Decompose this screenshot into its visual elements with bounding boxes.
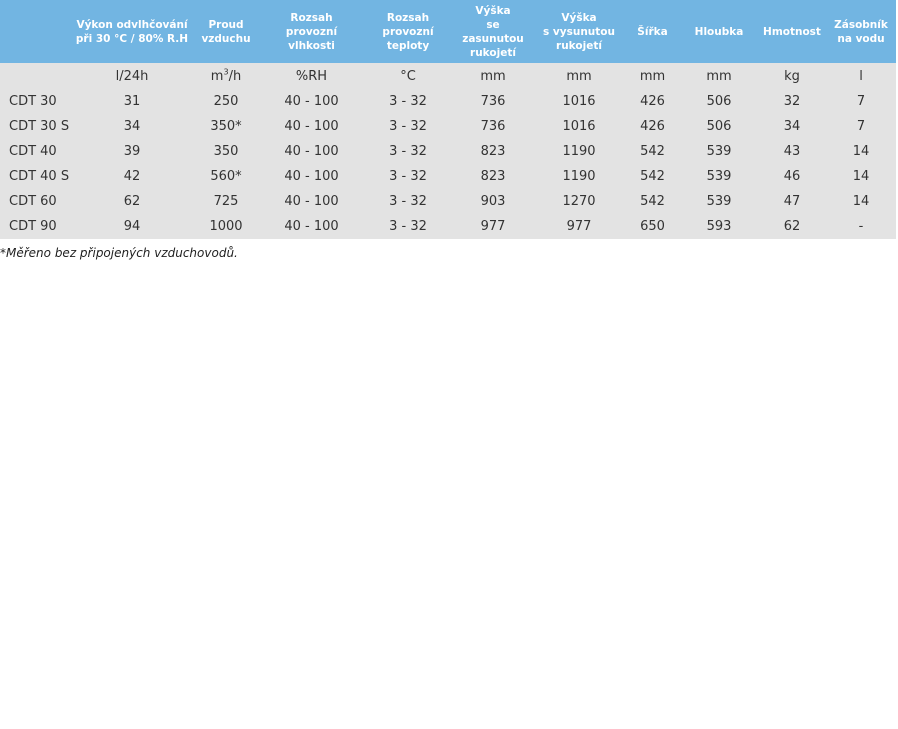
cell-airflow: 725 — [213, 194, 239, 209]
unit-airflow: m3/h — [210, 67, 242, 84]
unit-capacity: l/24h — [115, 68, 149, 84]
cell-model: CDT 30 — [9, 94, 57, 109]
cell-capacity: 39 — [123, 144, 141, 159]
cell-temperature: 3 - 32 — [389, 144, 427, 159]
cell-capacity: 42 — [123, 169, 141, 184]
cell-weight: 43 — [783, 144, 801, 159]
header-row: Výkon odvlhčování při 30 °C / 80% R.H Pr… — [0, 0, 896, 63]
cell-height-extended: 1190 — [562, 144, 596, 159]
unit-depth: mm — [706, 68, 732, 84]
cell-depth: 539 — [706, 144, 732, 159]
unit-model — [0, 63, 72, 89]
cell-humidity: 40 - 100 — [284, 119, 339, 134]
cell-humidity: 40 - 100 — [284, 194, 339, 209]
cell-width: 542 — [640, 144, 665, 159]
cell-height-extended: 1016 — [562, 119, 596, 134]
cell-model: CDT 60 — [9, 194, 57, 209]
cell-tank: 7 — [856, 94, 866, 109]
cell-airflow: 1000 — [209, 219, 243, 234]
cell-height-retracted: 736 — [480, 119, 506, 134]
cell-depth: 539 — [706, 194, 732, 209]
cell-height-extended: 1270 — [562, 194, 596, 209]
cell-weight: 32 — [783, 94, 801, 109]
cell-depth: 506 — [706, 94, 732, 109]
cell-tank: 14 — [852, 144, 870, 159]
footnote: *Měřeno bez připojených vzduchovodů. — [0, 246, 238, 260]
cell-height-extended: 1016 — [562, 94, 596, 109]
col-header-humidity: Rozsah provozní vlhkosti — [285, 11, 338, 52]
unit-weight: kg — [784, 68, 800, 84]
cell-height-retracted: 903 — [480, 194, 506, 209]
col-header-weight: Hmotnost — [763, 25, 821, 38]
cell-width: 542 — [640, 194, 665, 209]
cell-height-retracted: 823 — [480, 169, 506, 184]
cell-capacity: 34 — [123, 119, 141, 134]
cell-weight: 62 — [783, 219, 801, 234]
col-header-temperature: Rozsah provozní teploty — [382, 11, 434, 52]
cell-airflow: 250 — [213, 94, 239, 109]
cell-model: CDT 40 S — [9, 169, 70, 184]
cell-height-extended: 1190 — [562, 169, 596, 184]
cell-height-retracted: 823 — [480, 144, 506, 159]
cell-tank: 14 — [852, 169, 870, 184]
table-row: CDT 30 S 34 350* 40 - 100 3 - 32 736 101… — [0, 114, 896, 139]
cell-depth: 506 — [706, 119, 732, 134]
cell-capacity: 62 — [123, 194, 141, 209]
col-header-depth: Hloubka — [694, 25, 744, 38]
cell-model: CDT 30 S — [9, 119, 70, 134]
col-header-airflow: Proud vzduchu — [201, 18, 251, 45]
col-header-height-extended: Výška s vysunutou rukojetí — [543, 11, 615, 52]
cell-width: 426 — [640, 94, 665, 109]
cell-weight: 46 — [783, 169, 801, 184]
cell-model: CDT 90 — [9, 219, 57, 234]
cell-weight: 47 — [783, 194, 801, 209]
table-row: CDT 40 S 42 560* 40 - 100 3 - 32 823 119… — [0, 164, 896, 189]
spec-table: Výkon odvlhčování při 30 °C / 80% R.H Pr… — [0, 0, 896, 239]
cell-model: CDT 40 — [9, 144, 57, 159]
col-header-width: Šířka — [637, 25, 668, 38]
cell-temperature: 3 - 32 — [389, 94, 427, 109]
cell-airflow: 350 — [213, 144, 239, 159]
cell-temperature: 3 - 32 — [389, 169, 427, 184]
col-header-model — [0, 0, 72, 63]
table-row: CDT 40 39 350 40 - 100 3 - 32 823 1190 5… — [0, 139, 896, 164]
cell-height-retracted: 977 — [480, 219, 506, 234]
col-header-height-retracted: Výška se zasunutou rukojetí — [462, 4, 524, 59]
col-header-tank: Zásobník na vodu — [834, 18, 888, 45]
cell-width: 542 — [640, 169, 665, 184]
cell-capacity: 31 — [123, 94, 141, 109]
unit-temperature: °C — [400, 68, 416, 84]
table-row: CDT 90 94 1000 40 - 100 3 - 32 977 977 6… — [0, 214, 896, 239]
table-row: CDT 60 62 725 40 - 100 3 - 32 903 1270 5… — [0, 189, 896, 214]
cell-capacity: 94 — [123, 219, 141, 234]
cell-humidity: 40 - 100 — [284, 94, 339, 109]
cell-depth: 539 — [706, 169, 732, 184]
table-row: CDT 30 31 250 40 - 100 3 - 32 736 1016 4… — [0, 89, 896, 114]
cell-temperature: 3 - 32 — [389, 219, 427, 234]
cell-weight: 34 — [783, 119, 801, 134]
cell-temperature: 3 - 32 — [389, 194, 427, 209]
col-header-capacity: Výkon odvlhčování při 30 °C / 80% R.H — [75, 18, 189, 45]
cell-tank: - — [858, 219, 864, 234]
unit-humidity: %RH — [295, 68, 328, 84]
cell-height-retracted: 736 — [480, 94, 506, 109]
cell-depth: 593 — [706, 219, 732, 234]
unit-height-retracted: mm — [480, 68, 506, 84]
cell-airflow: 350* — [210, 119, 242, 134]
cell-tank: 14 — [852, 194, 870, 209]
unit-tank: l — [859, 68, 863, 84]
cell-tank: 7 — [856, 119, 866, 134]
unit-width: mm — [639, 68, 666, 84]
cell-airflow: 560* — [210, 169, 242, 184]
cell-height-extended: 977 — [566, 219, 592, 234]
unit-height-extended: mm — [566, 68, 592, 84]
cell-humidity: 40 - 100 — [284, 169, 339, 184]
cell-width: 426 — [640, 119, 665, 134]
units-row: l/24h m3/h %RH °C mm mm mm mm kg l — [0, 63, 896, 89]
cell-width: 650 — [640, 219, 665, 234]
cell-humidity: 40 - 100 — [284, 219, 339, 234]
cell-temperature: 3 - 32 — [389, 119, 427, 134]
cell-humidity: 40 - 100 — [284, 144, 339, 159]
